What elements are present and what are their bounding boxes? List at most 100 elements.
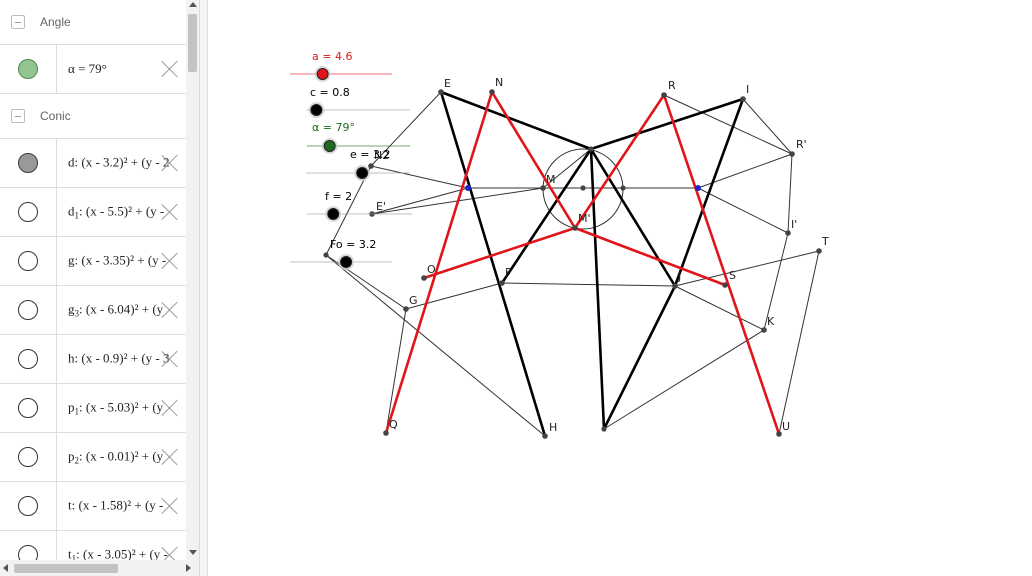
visibility-marble-icon[interactable] — [18, 153, 38, 173]
item-definition[interactable]: p2: (x - 0.01)² + (y — [68, 449, 163, 466]
view-divider[interactable] — [200, 0, 208, 576]
horizontal-scroll-thumb[interactable] — [14, 564, 118, 573]
visibility-marble-icon[interactable] — [18, 447, 38, 467]
point-e[interactable] — [438, 89, 444, 95]
point-u[interactable] — [776, 431, 782, 437]
point-r[interactable] — [661, 92, 667, 98]
point[interactable] — [323, 252, 329, 258]
point-f[interactable] — [499, 280, 505, 286]
construction-line[interactable] — [325, 254, 546, 437]
black-segment[interactable] — [673, 97, 745, 288]
point-s[interactable] — [722, 282, 728, 288]
point[interactable] — [588, 146, 594, 152]
delete-icon[interactable] — [161, 60, 179, 78]
slider-knob[interactable] — [310, 104, 323, 116]
algebra-item-t[interactable]: t: (x - 1.58)² + (y - — [0, 482, 186, 531]
point-blue[interactable] — [465, 185, 471, 191]
item-definition[interactable]: α = 79° — [68, 61, 107, 77]
slider-knob[interactable] — [316, 68, 329, 80]
point-t[interactable] — [816, 248, 822, 254]
black-segment[interactable] — [439, 90, 593, 151]
delete-icon[interactable] — [161, 546, 179, 560]
visibility-marble-icon[interactable] — [18, 59, 38, 79]
construction-line[interactable] — [778, 250, 820, 435]
group-header-angle[interactable]: Angle — [0, 0, 186, 45]
group-header-conic[interactable]: Conic — [0, 94, 186, 139]
algebra-item-g[interactable]: g: (x - 3.35)² + (y - — [0, 237, 186, 286]
black-segment[interactable] — [589, 147, 677, 288]
visibility-marble-icon[interactable] — [18, 398, 38, 418]
visibility-marble-icon[interactable] — [18, 496, 38, 516]
point-blue[interactable] — [695, 185, 701, 191]
construction-line[interactable] — [742, 98, 793, 155]
collapse-icon[interactable] — [11, 15, 25, 29]
red-segment[interactable] — [490, 90, 577, 230]
construction-canvas[interactable]: E N R IR'MM'E'I'TO F J SGKQ H UN2a = 4.6c = 0.8α… — [208, 0, 1032, 576]
visibility-marble-icon[interactable] — [18, 251, 38, 271]
point[interactable] — [580, 185, 586, 191]
algebra-item-g3[interactable]: g3: (x - 6.04)² + (y — [0, 286, 186, 335]
item-definition[interactable]: d: (x - 3.2)² + (y - 2 — [68, 155, 170, 172]
construction-line[interactable] — [674, 250, 820, 287]
visibility-marble-icon[interactable] — [18, 349, 38, 369]
point-o[interactable] — [421, 275, 427, 281]
delete-icon[interactable] — [161, 497, 179, 515]
point-n2[interactable] — [368, 163, 374, 169]
construction-line[interactable] — [697, 187, 789, 234]
algebra-item-alpha[interactable]: α = 79° — [0, 45, 186, 94]
red-segment[interactable] — [384, 90, 494, 435]
delete-icon[interactable] — [161, 252, 179, 270]
item-definition[interactable]: t1: (x - 3.05)² + (y - — [68, 547, 168, 561]
construction-line[interactable] — [501, 282, 676, 287]
point-ip[interactable] — [785, 230, 791, 236]
item-definition[interactable]: g: (x - 3.35)² + (y - — [68, 253, 166, 270]
construction-line[interactable] — [325, 254, 407, 310]
slider-knob[interactable] — [323, 140, 336, 152]
horizontal-scrollbar[interactable] — [0, 560, 199, 576]
black-segment[interactable] — [439, 90, 547, 438]
scroll-up-icon[interactable] — [189, 2, 197, 7]
item-definition[interactable]: g3: (x - 6.04)² + (y — [68, 302, 163, 319]
algebra-item-t1[interactable]: t1: (x - 3.05)² + (y - — [0, 531, 186, 560]
point-j[interactable] — [672, 283, 678, 289]
vertical-scrollbar[interactable] — [186, 0, 199, 560]
point-n[interactable] — [489, 89, 495, 95]
point-mp[interactable] — [572, 225, 578, 231]
item-definition[interactable]: p1: (x - 5.03)² + (y — [68, 400, 163, 417]
point[interactable] — [620, 185, 626, 191]
slider-knob[interactable] — [327, 208, 340, 220]
point-h[interactable] — [542, 433, 548, 439]
red-segment[interactable] — [573, 93, 666, 230]
point-rp[interactable] — [789, 151, 795, 157]
slider-knob[interactable] — [356, 167, 369, 179]
construction-line[interactable] — [370, 165, 469, 189]
point[interactable] — [601, 426, 607, 432]
scroll-right-icon[interactable] — [186, 564, 191, 572]
construction-line[interactable] — [385, 308, 407, 434]
delete-icon[interactable] — [161, 154, 179, 172]
visibility-marble-icon[interactable] — [18, 545, 38, 560]
algebra-item-d1[interactable]: d1: (x - 5.5)² + (y - — [0, 188, 186, 237]
algebra-item-p1[interactable]: p1: (x - 5.03)² + (y — [0, 384, 186, 433]
scroll-down-icon[interactable] — [189, 550, 197, 555]
point-g[interactable] — [403, 306, 409, 312]
slider-knob[interactable] — [340, 256, 353, 268]
graphics-view[interactable]: E N R I R' M M' E' I' T O F J S G K Q H U N2 a = 4.6 c = 0.8 α… — [208, 0, 1032, 576]
delete-icon[interactable] — [161, 399, 179, 417]
scroll-left-icon[interactable] — [3, 564, 8, 572]
algebra-item-d[interactable]: d: (x - 3.2)² + (y - 2 — [0, 139, 186, 188]
delete-icon[interactable] — [161, 301, 179, 319]
point-k[interactable] — [761, 327, 767, 333]
algebra-item-p2[interactable]: p2: (x - 0.01)² + (y — [0, 433, 186, 482]
construction-line[interactable] — [371, 187, 469, 215]
delete-icon[interactable] — [161, 448, 179, 466]
algebra-item-h[interactable]: h: (x - 0.9)² + (y - 3 — [0, 335, 186, 384]
item-definition[interactable]: h: (x - 0.9)² + (y - 3 — [68, 351, 170, 368]
point-m[interactable] — [540, 185, 546, 191]
black-segment[interactable] — [589, 147, 606, 431]
construction-line[interactable] — [674, 285, 765, 331]
delete-icon[interactable] — [161, 203, 179, 221]
collapse-icon[interactable] — [11, 109, 25, 123]
construction-line[interactable] — [405, 282, 503, 310]
vertical-scroll-thumb[interactable] — [188, 14, 197, 72]
